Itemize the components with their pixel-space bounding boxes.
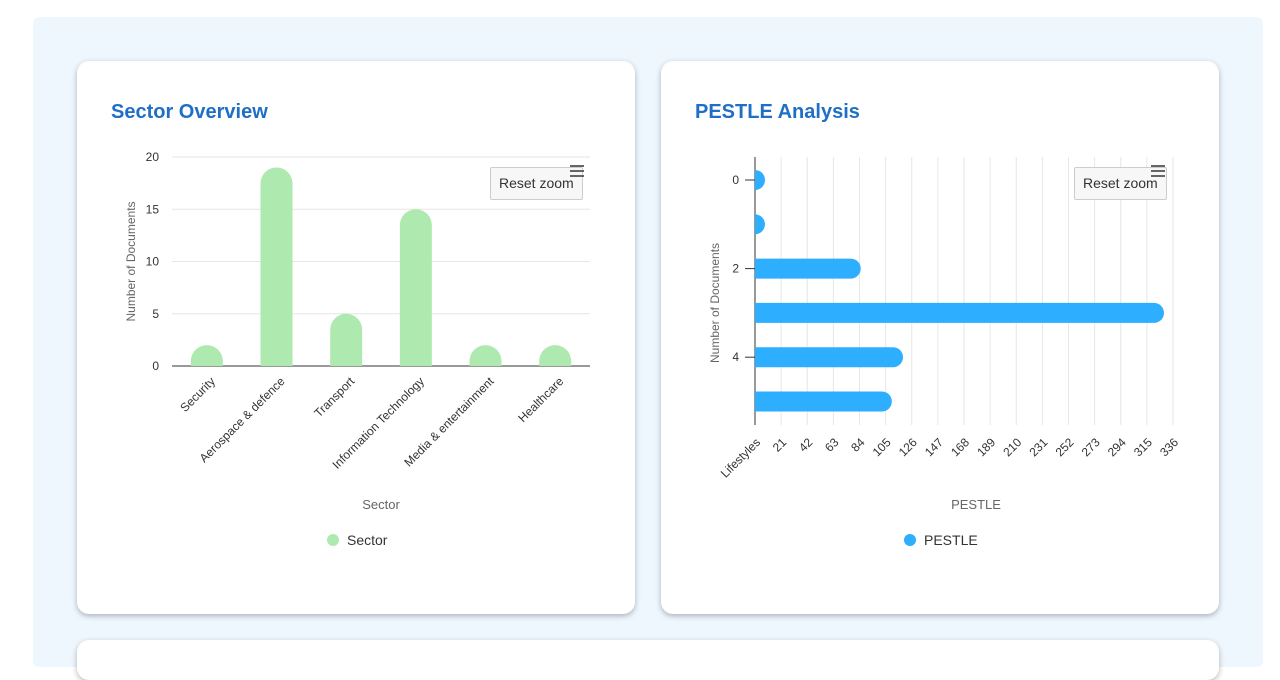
y-tick-label: 15	[146, 202, 160, 216]
y-tick-label: 0	[732, 173, 739, 187]
sector-legend-label: Sector	[347, 532, 388, 548]
menu-icon[interactable]	[570, 165, 584, 177]
x-tick-label: 231	[1026, 435, 1050, 459]
x-tick-label: 147	[922, 435, 946, 459]
x-tick-label: Lifestyles	[718, 435, 763, 480]
x-tick-label: 105	[870, 435, 894, 459]
x-tick-label: 84	[848, 435, 868, 455]
bar	[260, 167, 293, 366]
bar	[469, 345, 502, 366]
bar	[755, 302, 1164, 323]
x-tick-label: 315	[1131, 435, 1155, 459]
y-axis-title: Number of Documents	[124, 201, 138, 321]
bar	[330, 313, 363, 366]
y-tick-label: 4	[732, 350, 739, 364]
sector-reset-zoom-button[interactable]: Reset zoom	[490, 167, 583, 200]
y-tick-label: 0	[152, 359, 159, 373]
sector-legend[interactable]: Sector	[327, 532, 387, 548]
bar	[755, 258, 861, 279]
x-tick-label: 273	[1079, 435, 1103, 459]
x-tick-label: Healthcare	[515, 374, 566, 425]
x-tick-label: 210	[1000, 435, 1024, 459]
pestle-legend-label: PESTLE	[924, 532, 978, 548]
bar	[755, 347, 904, 368]
pestle-legend[interactable]: PESTLE	[904, 532, 978, 548]
x-tick-label: 63	[822, 435, 842, 455]
x-tick-label: 42	[796, 435, 816, 455]
next-card	[77, 640, 1219, 680]
y-tick-label: 2	[732, 262, 739, 276]
x-axis-title: Sector	[362, 497, 400, 512]
pestle-analysis-card: PESTLE Analysis Lifestyles 21 42 63 84 105 126…	[661, 61, 1219, 614]
bar	[539, 345, 572, 366]
y-tick-label: 10	[146, 255, 160, 269]
y-axis-title: Number of Documents	[708, 243, 722, 363]
x-tick-label: 294	[1105, 435, 1129, 459]
x-tick-label: 126	[896, 435, 920, 459]
x-tick-label: Security	[177, 374, 218, 415]
bar	[755, 391, 892, 412]
x-tick-label: 252	[1053, 435, 1077, 459]
bar	[399, 209, 432, 366]
x-tick-label: 189	[974, 435, 998, 459]
x-tick-label: 336	[1157, 435, 1181, 459]
y-tick-label: 20	[146, 150, 160, 164]
x-tick-label: 168	[948, 435, 972, 459]
menu-icon[interactable]	[1151, 165, 1165, 177]
x-tick-label: Transport	[311, 374, 357, 420]
legend-marker-icon	[904, 534, 916, 546]
bar	[190, 345, 223, 366]
x-tick-label: 21	[770, 435, 790, 455]
x-axis-title: PESTLE	[951, 497, 1001, 512]
y-tick-label: 5	[152, 307, 159, 321]
legend-marker-icon	[327, 534, 339, 546]
bar	[755, 170, 765, 190]
bar	[755, 214, 765, 235]
sector-overview-card: Sector Overview 0 5 10 15 20 Security Aerospac…	[77, 61, 635, 614]
